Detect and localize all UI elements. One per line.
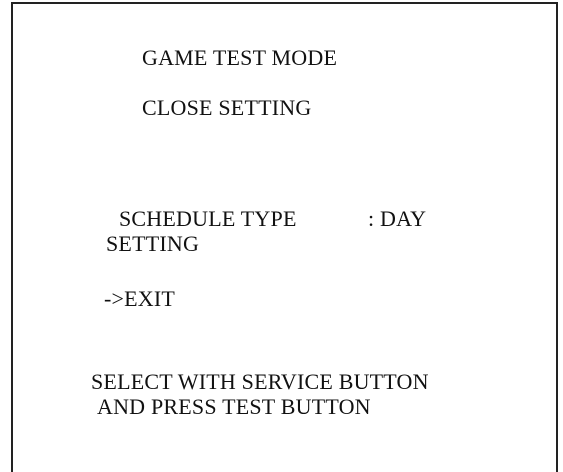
schedule-type-value: : DAY <box>368 206 427 231</box>
page-subtitle: CLOSE SETTING <box>142 95 312 120</box>
instruction-line-2: AND PRESS TEST BUTTON <box>97 394 371 419</box>
menu-item-schedule-type[interactable]: SCHEDULE TYPE <box>119 207 297 231</box>
menu-item-exit[interactable]: ->EXIT <box>104 287 175 311</box>
instruction-line-1: SELECT WITH SERVICE BUTTON <box>91 369 429 394</box>
page-title: GAME TEST MODE <box>142 45 338 70</box>
menu-item-setting[interactable]: SETTING <box>106 232 199 256</box>
